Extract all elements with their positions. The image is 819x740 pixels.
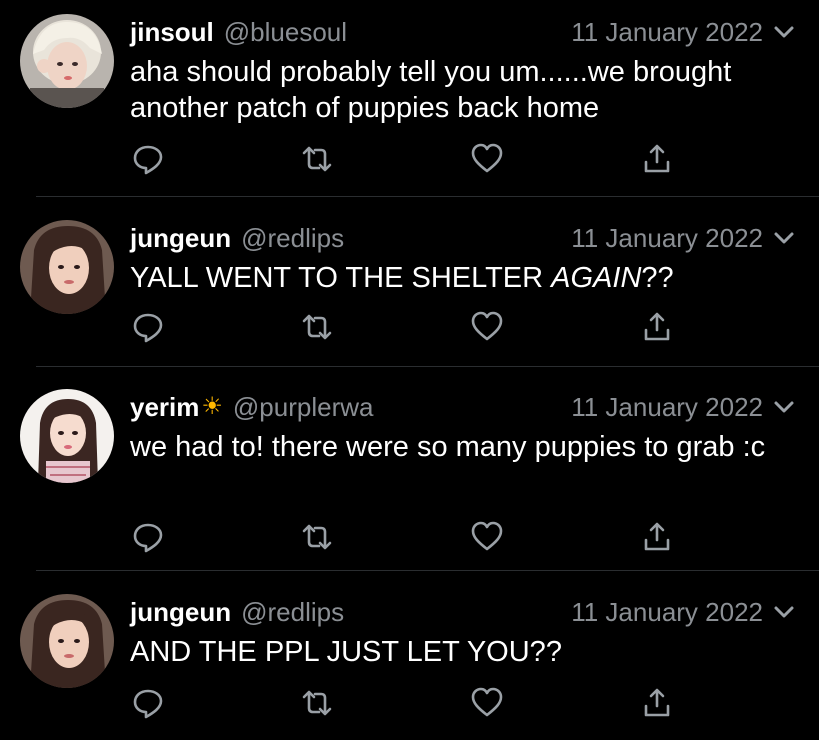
tweet[interactable]: jinsoul @bluesoul 11 January 2022 aha sh…: [0, 14, 819, 197]
share-icon[interactable]: [640, 142, 674, 176]
heart-icon[interactable]: [470, 310, 504, 344]
display-name[interactable]: yerim: [130, 392, 199, 423]
share-icon[interactable]: [640, 310, 674, 344]
jungeun-avatar-image: [20, 220, 114, 314]
heart-icon[interactable]: [470, 142, 504, 176]
display-name[interactable]: jungeun: [130, 223, 231, 254]
heart-icon[interactable]: [470, 686, 504, 720]
user-handle[interactable]: @redlips: [241, 597, 344, 628]
tweet-text: aha should probably tell you um......we …: [130, 56, 740, 124]
tweet-actions: [0, 520, 819, 554]
tweet-actions: [0, 142, 819, 176]
reply-icon[interactable]: [131, 142, 165, 176]
tweet-actions: [0, 310, 819, 344]
tweet-text: we had to! there were so many puppies to…: [130, 431, 766, 463]
user-handle[interactable]: @purplerwa: [233, 392, 374, 423]
avatar[interactable]: [20, 220, 114, 314]
avatar[interactable]: [20, 14, 114, 108]
chevron-down-icon[interactable]: [773, 602, 795, 622]
tweet-divider: [36, 570, 819, 571]
chevron-down-icon[interactable]: [773, 22, 795, 42]
tweet-date: 11 January 2022: [571, 391, 763, 422]
chevron-down-icon[interactable]: [773, 228, 795, 248]
retweet-icon[interactable]: [300, 310, 334, 344]
display-name[interactable]: jungeun: [130, 597, 231, 628]
jinsoul-avatar-image: [20, 14, 114, 108]
yerim-avatar-image: [20, 389, 114, 483]
tweet-actions: [0, 686, 819, 720]
user-handle[interactable]: @redlips: [241, 223, 344, 254]
display-name[interactable]: jinsoul: [130, 17, 214, 48]
reply-icon[interactable]: [131, 520, 165, 554]
sun-emoji: ☀: [201, 393, 223, 420]
tweet-divider: [36, 196, 819, 197]
retweet-icon[interactable]: [300, 686, 334, 720]
tweet[interactable]: jungeun @redlips 11 January 2022 AND THE…: [0, 594, 819, 740]
tweet-divider: [36, 366, 819, 367]
reply-icon[interactable]: [131, 310, 165, 344]
tweet-date: 11 January 2022: [571, 16, 763, 47]
reply-icon[interactable]: [131, 686, 165, 720]
tweet-date: 11 January 2022: [571, 222, 763, 253]
user-handle[interactable]: @bluesoul: [224, 17, 347, 48]
heart-icon[interactable]: [470, 520, 504, 554]
retweet-icon[interactable]: [300, 142, 334, 176]
share-icon[interactable]: [640, 520, 674, 554]
tweet-text: YALL WENT TO THE SHELTER AGAIN??: [130, 262, 674, 294]
avatar[interactable]: [20, 389, 114, 483]
tweet-date: 11 January 2022: [571, 596, 763, 627]
share-icon[interactable]: [640, 686, 674, 720]
retweet-icon[interactable]: [300, 520, 334, 554]
tweet-text: AND THE PPL JUST LET YOU??: [130, 636, 562, 668]
jungeun-avatar-image: [20, 594, 114, 688]
tweet[interactable]: yerim ☀ @purplerwa 11 January 2022 we ha…: [0, 389, 819, 571]
chevron-down-icon[interactable]: [773, 397, 795, 417]
tweet[interactable]: jungeun @redlips 11 January 2022 YALL WE…: [0, 220, 819, 370]
avatar[interactable]: [20, 594, 114, 688]
